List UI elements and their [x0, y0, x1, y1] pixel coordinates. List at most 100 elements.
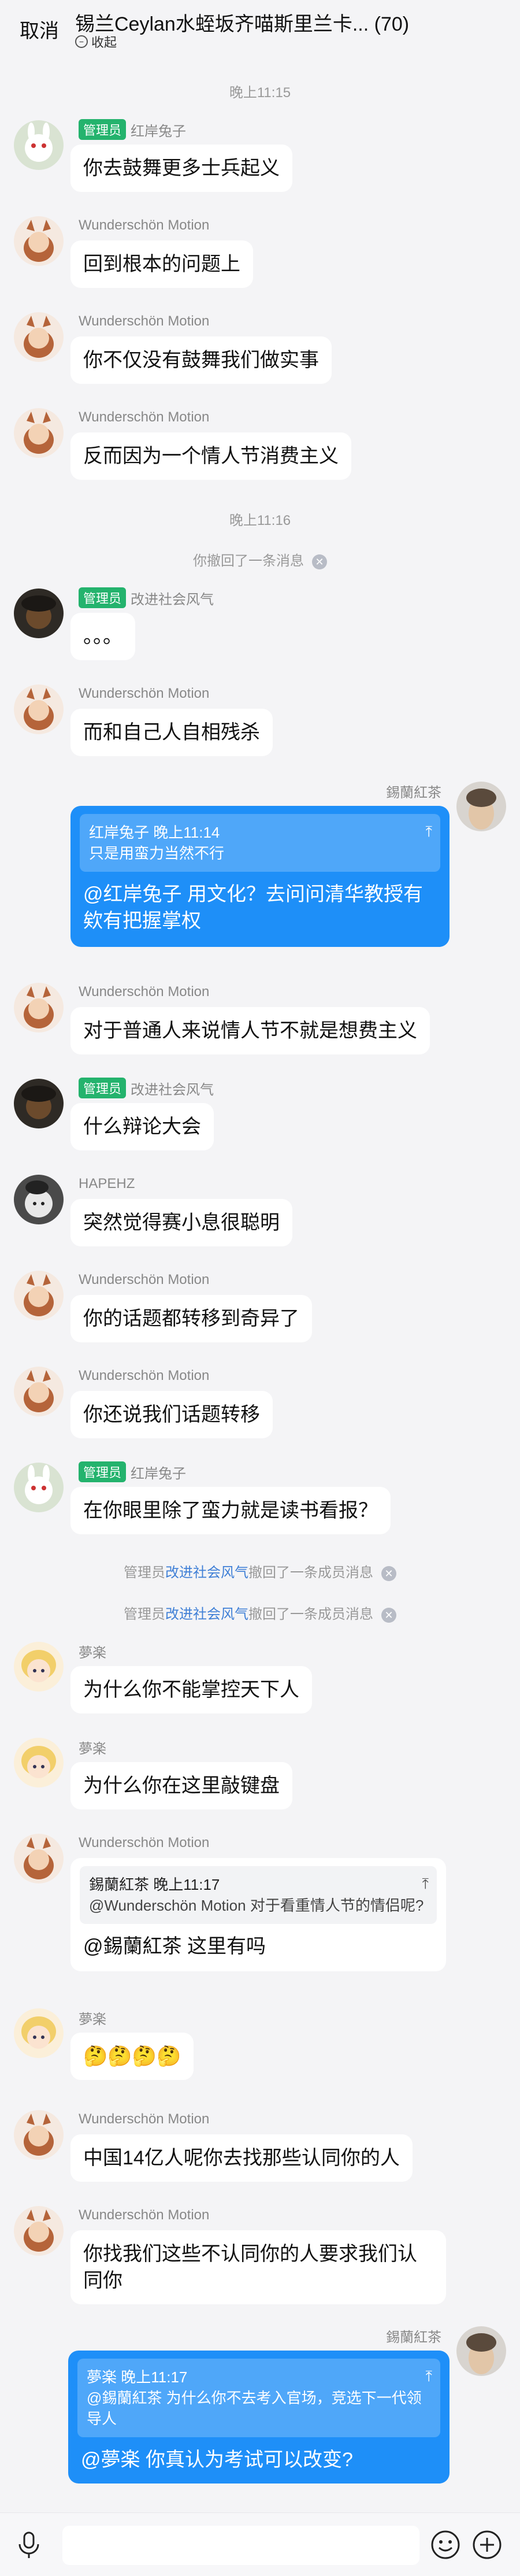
message-bubble[interactable]: 你的话题都转移到奇异了: [70, 1295, 312, 1342]
collapse-button[interactable]: − 收起: [75, 32, 117, 51]
avatar[interactable]: [14, 1834, 64, 1883]
emoji-icon[interactable]: [430, 2529, 461, 2563]
sender-name[interactable]: Wunderschön Motion: [79, 409, 209, 425]
sender-name[interactable]: 夢楽: [79, 1737, 106, 1757]
dismiss-icon[interactable]: ✕: [381, 1565, 396, 1581]
cancel-button[interactable]: 取消: [20, 15, 59, 43]
message-bubble[interactable]: 你去鼓舞更多士兵起义: [70, 145, 292, 192]
sender-name[interactable]: 夢楽: [79, 2008, 106, 2028]
avatar[interactable]: [14, 1738, 64, 1787]
message-bubble[interactable]: 錫蘭紅茶 晚上11:17 @Wunderschön Motion 对于看重情人节…: [70, 1858, 446, 1971]
collapse-icon: −: [75, 35, 88, 48]
message-text: @红岸兔子 用文化？去问问清华教授有 欸有把握掌权: [83, 883, 423, 932]
avatar[interactable]: [14, 1079, 64, 1128]
avatar[interactable]: [456, 2326, 506, 2376]
message-bubble[interactable]: 在你眼里除了蛮力就是读书看报？: [70, 1487, 391, 1534]
message-bubble[interactable]: 🤔🤔🤔🤔: [70, 2033, 194, 2080]
sender-name[interactable]: 红岸兔子: [131, 120, 186, 140]
sender-name[interactable]: Wunderschön Motion: [79, 313, 209, 330]
message-bubble[interactable]: 而和自己人自相残杀: [70, 709, 273, 756]
recall-text: 你撤回了一条消息: [193, 553, 304, 569]
quoted-message[interactable]: 錫蘭紅茶 晚上11:17 @Wunderschön Motion 对于看重情人节…: [80, 1866, 437, 1924]
quote-text: @Wunderschön Motion 对于看重情人节的情侣呢?: [89, 1897, 424, 1914]
avatar[interactable]: [14, 1271, 64, 1320]
sender-name[interactable]: Wunderschön Motion: [79, 1368, 209, 1384]
sender-name[interactable]: 改进社会风气: [131, 588, 214, 608]
sender-line: Wunderschön Motion: [79, 1834, 209, 1852]
add-icon[interactable]: [471, 2529, 503, 2563]
message-bubble[interactable]: 你不仅没有鼓舞我们做实事: [70, 336, 332, 384]
sender-line: 夢楽: [79, 2008, 106, 2027]
admin-badge: 管理员: [79, 1461, 127, 1482]
quoted-message[interactable]: 红岸兔子 晚上11:14 只是用蛮力当然不行 ⤒: [80, 814, 440, 872]
sender-name[interactable]: 改进社会风气: [131, 1078, 214, 1098]
avatar[interactable]: [14, 2008, 64, 2058]
message-bubble[interactable]: 你还说我们话题转移: [70, 1391, 273, 1438]
avatar[interactable]: [14, 1175, 64, 1224]
avatar[interactable]: [14, 216, 64, 266]
message-bubble[interactable]: 。。。: [70, 613, 135, 660]
sender-line: Wunderschön Motion: [79, 312, 209, 331]
collapse-label: 收起: [91, 35, 117, 50]
admin-label: 管理员: [124, 1565, 165, 1581]
admin-name-link[interactable]: 改进社会风气: [165, 1607, 248, 1622]
avatar[interactable]: [14, 312, 64, 362]
message-bubble[interactable]: 为什么你在这里敲键盘: [70, 1762, 292, 1809]
avatar[interactable]: [14, 2110, 64, 2160]
sender-name[interactable]: Wunderschön Motion: [79, 984, 209, 1000]
sender-line: 錫蘭紅茶: [386, 781, 441, 801]
avatar[interactable]: [14, 408, 64, 458]
message-text: @夢楽 你真认为考试可以改变?: [81, 2449, 353, 2471]
avatar[interactable]: [14, 589, 64, 638]
dismiss-icon[interactable]: ✕: [312, 554, 327, 569]
sender-name[interactable]: Wunderschön Motion: [79, 686, 209, 702]
avatar[interactable]: [14, 1367, 64, 1416]
sender-name[interactable]: Wunderschön Motion: [79, 2207, 209, 2223]
message-bubble[interactable]: 夢楽 晚上11:17 @錫蘭紅茶 为什么你不去考入官场，竞选下一代领导人 ⤒ @…: [68, 2351, 450, 2484]
sender-line: Wunderschön Motion: [79, 408, 209, 427]
jump-to-quote-icon[interactable]: ⤒: [426, 2366, 433, 2386]
quote-text: 只是用蛮力当然不行: [89, 845, 225, 862]
sender-line: Wunderschön Motion: [79, 1271, 209, 1289]
message-bubble[interactable]: 回到根本的问题上: [70, 240, 253, 288]
message-input[interactable]: [62, 2526, 419, 2565]
message-bubble[interactable]: 为什么你不能掌控天下人: [70, 1666, 312, 1713]
admin-badge: 管理员: [79, 119, 127, 140]
avatar[interactable]: [14, 684, 64, 734]
avatar[interactable]: [456, 782, 506, 831]
sender-name[interactable]: 红岸兔子: [131, 1462, 186, 1482]
message-text: @錫蘭紅茶 这里有吗: [83, 1935, 266, 1957]
jump-to-quote-icon[interactable]: ⤒: [422, 1873, 429, 1894]
message-bubble[interactable]: 对于普通人来说情人节不就是想费主义: [70, 1007, 430, 1054]
message-bubble[interactable]: 你找我们这些不认同你的人要求我们认 同你: [70, 2230, 446, 2304]
avatar[interactable]: [14, 1642, 64, 1692]
sender-name[interactable]: Wunderschön Motion: [79, 2111, 209, 2127]
sender-name[interactable]: Wunderschön Motion: [79, 217, 209, 234]
sender-name[interactable]: 錫蘭紅茶: [386, 781, 441, 801]
message-bubble[interactable]: 中国14亿人呢你去找那些认同你的人: [70, 2134, 413, 2182]
dismiss-icon[interactable]: ✕: [381, 1607, 396, 1623]
sender-name[interactable]: Wunderschön Motion: [79, 1272, 209, 1288]
message-bubble[interactable]: 突然觉得赛小息很聪明: [70, 1199, 292, 1246]
message-bubble[interactable]: 红岸兔子 晚上11:14 只是用蛮力当然不行 ⤒ @红岸兔子 用文化？去问问清华…: [70, 806, 450, 947]
admin-name-link[interactable]: 改进社会风气: [165, 1565, 248, 1581]
sender-name[interactable]: Wunderschön Motion: [79, 1835, 209, 1851]
quote-text: @錫蘭紅茶 为什么你不去考入官场，竞选下一代领导人: [87, 2389, 422, 2427]
avatar[interactable]: [14, 120, 64, 170]
sender-line: Wunderschön Motion: [79, 983, 209, 1001]
quoted-message[interactable]: 夢楽 晚上11:17 @錫蘭紅茶 为什么你不去考入官场，竞选下一代领导人 ⤒: [77, 2359, 440, 2437]
admin-badge: 管理员: [79, 1078, 127, 1098]
message-bubble[interactable]: 什么辩论大会: [70, 1103, 214, 1150]
avatar[interactable]: [14, 2206, 64, 2256]
sender-name[interactable]: HAPEHZ: [79, 1176, 135, 1192]
sender-name[interactable]: 夢楽: [79, 1641, 106, 1661]
avatar[interactable]: [14, 983, 64, 1032]
sender-name[interactable]: 錫蘭紅茶: [386, 2326, 441, 2346]
mic-icon[interactable]: [16, 2530, 42, 2562]
recall-notice: 你撤回了一条消息 ✕: [0, 549, 520, 569]
recall-text: 撤回了一条成员消息: [248, 1565, 373, 1581]
avatar[interactable]: [14, 1463, 64, 1512]
jump-to-quote-icon[interactable]: ⤒: [426, 821, 433, 842]
message-bubble[interactable]: 反而因为一个情人节消费主义: [70, 432, 351, 480]
sender-line: 錫蘭紅茶: [386, 2326, 441, 2345]
